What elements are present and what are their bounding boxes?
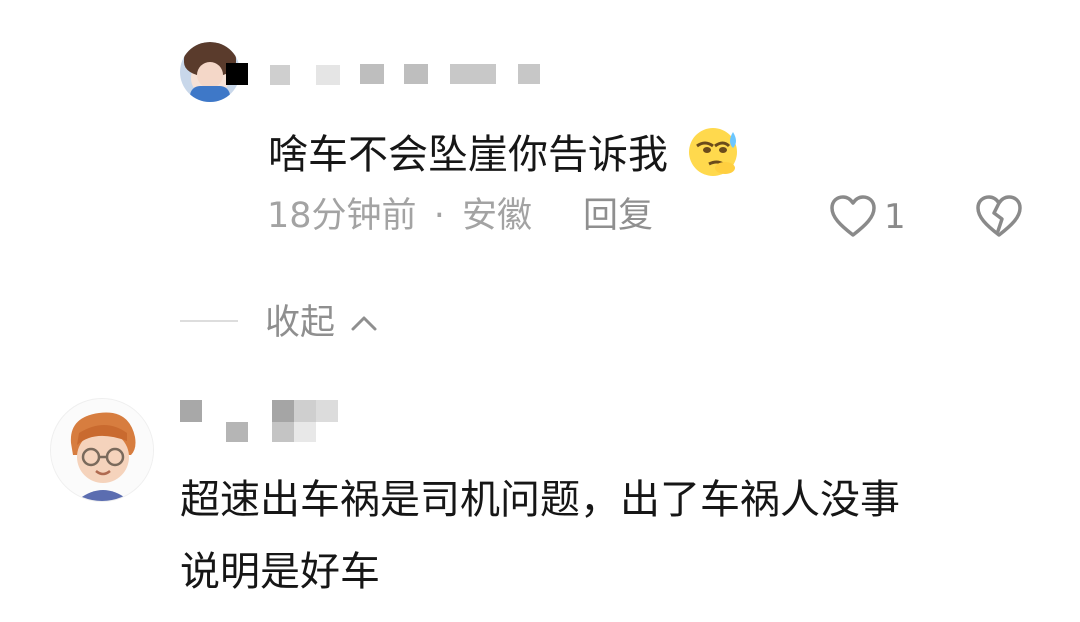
reply-location: 安徽 [461,196,532,236]
dislike-button[interactable] [974,193,1024,239]
broken-heart-icon [976,195,1022,237]
collapse-button[interactable]: 收起 [265,299,378,345]
heart-icon [830,195,876,237]
reply-button[interactable]: 回复 [583,194,653,238]
reply-button-label: 回复 [583,196,654,236]
reply-time: 18分钟前 [267,196,417,236]
reply-meta: 18分钟前 · 安徽 [267,194,532,238]
main-comment-line2: 说明是好车 [180,549,380,595]
main-comment-line1: 超速出车祸是司机问题，出了车祸人没事 [180,477,900,523]
reply-comment-body: 啥车不会坠崖你告诉我 [268,132,668,178]
collapse-label: 收起 [265,303,336,343]
main-comment-text: 超速出车祸是司机问题，出了车祸人没事 说明是好车 [180,464,1040,608]
masked-username[interactable] [226,58,546,88]
like-button[interactable] [828,193,878,239]
collapse-divider [180,320,238,322]
chevron-up-icon [350,299,378,343]
reply-comment-text: 啥车不会坠崖你告诉我 [268,122,743,191]
avatar[interactable] [50,398,154,502]
sly-sweat-emoji-icon [683,122,743,191]
masked-username[interactable] [180,398,340,444]
like-count: 1 [884,197,906,237]
meta-separator: · [433,196,445,236]
cartoon-avatar-icon [51,399,153,501]
